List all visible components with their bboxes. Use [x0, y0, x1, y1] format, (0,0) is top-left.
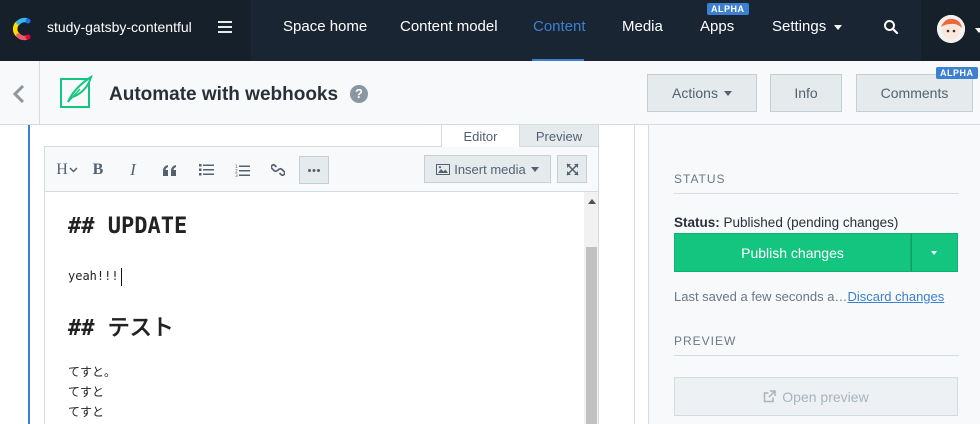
external-link-icon [764, 390, 777, 403]
actions-label: Actions [672, 85, 718, 101]
bold-button[interactable]: B [84, 156, 112, 184]
open-preview-button[interactable]: Open preview [674, 377, 958, 416]
scrollbar[interactable] [584, 192, 598, 424]
nav-apps[interactable]: Apps [700, 18, 734, 35]
avatar [937, 15, 965, 43]
account-menu[interactable] [921, 0, 980, 61]
search-icon[interactable] [883, 19, 899, 35]
heading-label: H [56, 161, 68, 178]
tab-preview[interactable]: Preview [520, 125, 599, 147]
nav-content-model[interactable]: Content model [400, 18, 498, 35]
open-preview-label: Open preview [782, 388, 869, 405]
fullscreen-button[interactable] [557, 155, 587, 183]
space-switcher[interactable]: study-gatsby-contentful [0, 0, 251, 61]
nav-settings-label: Settings [772, 18, 827, 35]
entry-header: Automate with webhooks ? Actions Info Co… [0, 61, 980, 125]
unordered-list-button[interactable] [192, 156, 220, 184]
top-navigation: study-gatsby-contentful Space home Conte… [0, 0, 980, 61]
divider [674, 355, 959, 356]
menu-icon[interactable] [218, 21, 232, 33]
comments-button[interactable]: Comments [856, 74, 973, 112]
discard-changes-link[interactable]: Discard changes [847, 289, 944, 304]
markdown-line: ## テスト [68, 316, 174, 341]
nav-content[interactable]: Content [533, 18, 586, 35]
nav-media[interactable]: Media [622, 18, 663, 35]
entry-feather-icon [60, 75, 93, 108]
quote-button[interactable] [156, 156, 184, 184]
field-focus-bar [28, 125, 30, 424]
heading-button[interactable]: H [51, 156, 83, 184]
nav-settings[interactable]: Settings [772, 18, 843, 35]
saved-label: Last saved a few seconds a… [674, 289, 848, 304]
entry-sidebar: STATUS Status: Published (pending change… [649, 125, 980, 424]
chevron-down-icon [723, 90, 732, 96]
publish-options-button[interactable] [911, 233, 958, 272]
insert-media-label: Insert media [454, 161, 526, 177]
chevron-down-icon [69, 167, 78, 173]
markdown-line: ## UPDATE [68, 214, 188, 239]
nav-space-home[interactable]: Space home [283, 18, 367, 35]
chevron-down-icon [530, 166, 539, 172]
bulleted-list-icon [198, 164, 214, 176]
markdown-toolbar: H B I 1 2 3 Insert media [44, 147, 599, 192]
link-icon [271, 163, 285, 177]
markdown-line: てすと。 [68, 365, 117, 379]
markdown-line: てすと [68, 385, 105, 399]
text-cursor [120, 267, 122, 286]
preview-heading: PREVIEW [674, 334, 737, 348]
status-label: Status: [674, 215, 720, 230]
tab-editor[interactable]: Editor [441, 125, 520, 147]
page-title: Automate with webhooks [109, 84, 339, 105]
help-icon[interactable]: ? [350, 85, 368, 103]
chevron-left-icon [12, 84, 25, 104]
back-button[interactable] [0, 61, 40, 125]
link-button[interactable] [264, 156, 292, 184]
expand-icon [565, 162, 579, 176]
numbered-list-icon: 1 2 3 [235, 164, 250, 177]
divider [674, 193, 959, 194]
status-heading: STATUS [674, 172, 726, 186]
status-text: Status: Published (pending changes) [674, 215, 898, 230]
pane-divider [634, 125, 649, 424]
status-value: Published (pending changes) [723, 215, 899, 230]
chevron-down-icon [834, 24, 843, 30]
ordered-list-button[interactable]: 1 2 3 [228, 156, 256, 184]
markdown-line-text: yeah!!! [68, 269, 119, 283]
markdown-editor[interactable]: ## UPDATE yeah!!! ## テスト てすと。 てすと てすと [44, 192, 599, 424]
chevron-down-icon [931, 251, 937, 255]
contentful-logo-icon [12, 17, 31, 41]
markdown-line: yeah!!! [68, 266, 122, 286]
ellipsis-icon [308, 168, 320, 172]
quote-icon [163, 164, 176, 176]
info-label: Info [794, 85, 818, 101]
chevron-down-icon [975, 28, 980, 33]
last-saved-text: Last saved a few seconds a…Discard chang… [674, 289, 944, 304]
comments-alpha-badge: ALPHA [936, 67, 978, 79]
comments-label: Comments [880, 85, 949, 101]
info-button[interactable]: Info [770, 74, 842, 112]
more-options-button[interactable] [299, 156, 329, 184]
image-icon [436, 163, 451, 175]
publish-button[interactable]: Publish changes [674, 233, 911, 272]
actions-button[interactable]: Actions [647, 74, 757, 112]
scroll-thumb[interactable] [586, 247, 597, 424]
markdown-line: てすと [68, 405, 105, 419]
space-name: study-gatsby-contentful [47, 19, 192, 35]
svg-text:3: 3 [235, 173, 238, 177]
insert-media-button[interactable]: Insert media [424, 155, 551, 183]
scroll-up-icon[interactable] [588, 199, 596, 204]
italic-button[interactable]: I [119, 156, 147, 184]
apps-alpha-badge: ALPHA [707, 3, 749, 15]
